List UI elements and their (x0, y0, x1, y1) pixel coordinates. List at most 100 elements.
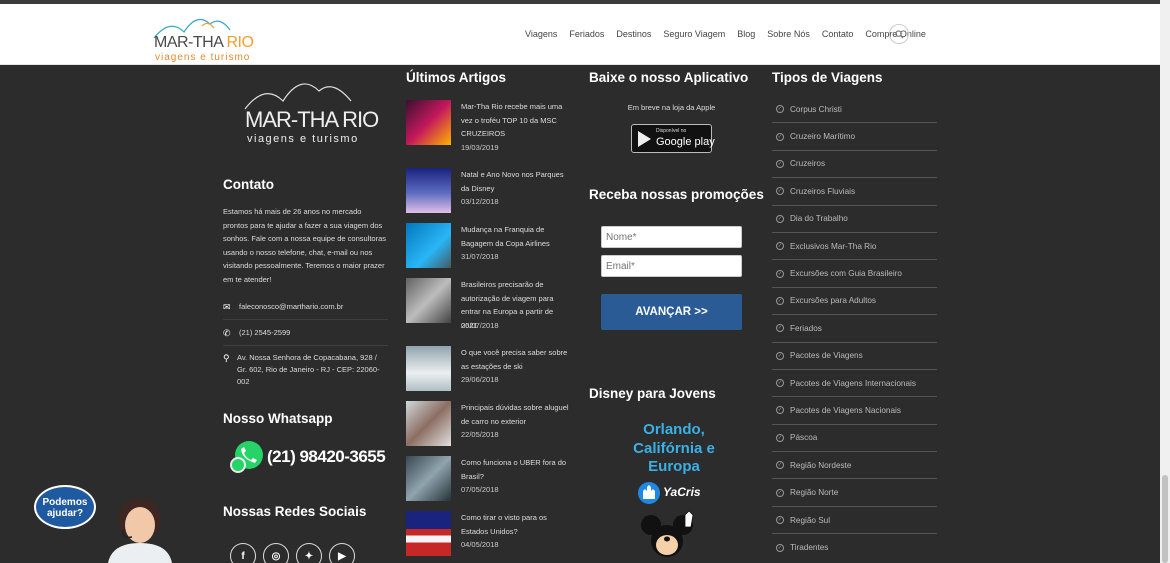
whatsapp-number: (21) 98420-3655 (267, 447, 386, 466)
search-icon (894, 29, 903, 38)
page-scrollbar[interactable] (1160, 0, 1170, 563)
nav-contato[interactable]: Contato (822, 29, 854, 39)
twitter-icon[interactable]: ✦ (296, 543, 322, 563)
footer-logo-tagline: viagens e turismo (247, 133, 359, 145)
apple-store-text: Em breve na loja da Apple (627, 103, 716, 112)
chat-widget[interactable]: Podemos ajudar? (32, 485, 182, 563)
envelope-icon: ✉ (223, 302, 231, 312)
facebook-icon[interactable]: f (230, 543, 256, 563)
trip-type-item[interactable]: ✓ Região Norte (772, 479, 937, 507)
article-date: 29/06/2018 (461, 375, 499, 384)
gplay-small-text: Disponível no (656, 128, 687, 134)
trip-type-item[interactable]: ✓ Cruzeiro Marítimo (772, 123, 937, 151)
article-date: 06/07/2018 (461, 321, 499, 330)
nav-feriados[interactable]: Feriados (569, 29, 604, 39)
phone-icon: ✆ (223, 328, 231, 338)
article-thumbnail (406, 168, 451, 213)
trip-type-item[interactable]: ✓ Cruzeiros (772, 151, 937, 179)
trip-type-item[interactable]: ✓ Feriados (772, 315, 937, 343)
check-circle-icon: ✓ (776, 105, 784, 114)
articles-title: Últimos Artigos (406, 70, 507, 85)
contact-text: Estamos há mais de 26 anos no mercado pr… (223, 207, 387, 284)
article-title: Como funciona o UBER fora do Brasil? (461, 458, 567, 481)
trip-type-item[interactable]: ✓ Pacotes de Viagens (772, 343, 937, 370)
trip-type-item[interactable]: ✓ Região Sul (772, 507, 937, 535)
article-thumbnail (406, 346, 451, 391)
check-circle-icon: ✓ (776, 543, 784, 552)
trip-type-item[interactable]: ✓ Região Nordeste (772, 452, 937, 480)
check-circle-icon: ✓ (776, 242, 784, 251)
check-circle-icon: ✓ (776, 433, 784, 442)
header-logo-brand: MAR-THA RIO (154, 34, 254, 51)
article-item[interactable]: Como funciona o UBER fora do Brasil? 07/… (406, 456, 571, 506)
check-circle-icon: ✓ (776, 406, 784, 415)
map-pin-icon: ⚲ (223, 353, 230, 363)
youtube-icon[interactable]: ▶ (329, 543, 355, 563)
check-circle-icon: ✓ (776, 187, 784, 196)
disney-title: Disney para Jovens (589, 386, 716, 401)
nav-blog[interactable]: Blog (737, 29, 755, 39)
trip-type-item[interactable]: ✓ Exclusivos Mar-Tha Rio (772, 233, 937, 261)
footer-logo: MAR-THA RIO viagens e turismo (243, 71, 379, 145)
article-date: 07/05/2018 (461, 485, 499, 494)
trip-type-item[interactable]: ✓ Pacotes de Viagens Internacionais (772, 370, 937, 398)
trip-types-title: Tipos de Viagens (772, 70, 883, 85)
disney-line-1: Orlando, (643, 421, 705, 438)
article-item[interactable]: Como tirar o visto para os Estados Unido… (406, 511, 571, 561)
trip-type-item[interactable]: ✓ Tiradentes (772, 534, 937, 561)
submit-button[interactable]: AVANÇAR >> (601, 294, 742, 330)
trip-type-item[interactable]: ✓ Excursões com Guia Brasileiro (772, 260, 937, 288)
social-title: Nossas Redes Sociais (223, 504, 367, 519)
site-header: MAR-THA RIO viagens e turismo Viagens Fe… (0, 4, 1160, 65)
trip-type-item[interactable]: ✓ Páscoa (772, 425, 937, 453)
nav-destinos[interactable]: Destinos (616, 29, 651, 39)
trip-type-item[interactable]: ✓ Dia do Trabalho (772, 206, 937, 233)
name-field[interactable] (601, 226, 742, 248)
check-circle-icon: ✓ (776, 214, 784, 223)
nav-viagens[interactable]: Viagens (525, 29, 557, 39)
article-item[interactable]: Mudança na Franquia de Bagagem da Copa A… (406, 223, 571, 273)
article-title: O que você precisa saber sobre as estaçõ… (461, 348, 568, 371)
whatsapp-link[interactable]: (21) 98420-3655 (227, 439, 386, 475)
email-field[interactable] (601, 255, 742, 277)
article-title: Mudança na Franquia de Bagagem da Copa A… (461, 225, 550, 248)
article-thumbnail (406, 456, 451, 501)
article-item[interactable]: Natal e Ano Novo nos Parques da Disney 0… (406, 168, 571, 218)
whatsapp-icon (227, 439, 265, 475)
header-logo-tagline: viagens e turismo (155, 52, 251, 63)
trip-type-item[interactable]: ✓ Cruzeiros Fluviais (772, 178, 937, 206)
check-circle-icon: ✓ (776, 379, 784, 388)
phone-row[interactable]: ✆ (21) 2545-2599 (223, 327, 388, 346)
app-title: Baixe o nosso Aplicativo (589, 70, 749, 85)
disney-banner[interactable]: Orlando, Califórnia e Europa YaCris (629, 415, 719, 563)
article-item[interactable]: Principais dúvidas sobre aluguel de carr… (406, 401, 571, 451)
article-item[interactable]: Brasileiros precisarão de autorização de… (406, 278, 571, 330)
search-button[interactable] (889, 24, 909, 44)
article-date: 31/07/2018 (461, 252, 499, 261)
header-logo[interactable]: MAR-THA RIO viagens e turismo (152, 10, 254, 63)
article-item[interactable]: Mar-Tha Rio recebe mais uma vez o troféu… (406, 100, 571, 152)
gplay-big-text: Google play (656, 136, 715, 148)
article-item[interactable]: O que você precisa saber sobre as estaçõ… (406, 346, 571, 396)
article-thumbnail (406, 401, 451, 446)
chat-bubble[interactable]: Podemos ajudar? (34, 485, 96, 529)
promo-title: Receba nossas promoções (589, 187, 764, 202)
check-circle-icon: ✓ (776, 324, 784, 333)
email-row[interactable]: ✉ faleconosco@marthario.com.br (223, 301, 388, 320)
nav-seguro-viagem[interactable]: Seguro Viagem (663, 29, 725, 39)
article-thumbnail (406, 511, 451, 556)
instagram-icon[interactable]: ◎ (263, 543, 289, 563)
mickey-icon (641, 510, 694, 557)
trip-types-list: ✓ Corpus Christi ✓ Cruzeiro Marítimo ✓ Cruz… (772, 96, 937, 562)
trip-type-item[interactable]: ✓ Pacotes de Viagens Nacionais (772, 397, 937, 425)
trip-type-item[interactable]: ✓ Corpus Christi (772, 96, 937, 124)
scrollbar-thumb[interactable] (1162, 475, 1168, 563)
castle-icon (638, 482, 660, 504)
check-circle-icon: ✓ (776, 461, 784, 470)
google-play-badge[interactable]: Disponível no Google play (631, 124, 715, 153)
nav-sobre-nos[interactable]: Sobre Nós (767, 29, 810, 39)
check-circle-icon: ✓ (776, 132, 784, 141)
whatsapp-title: Nosso Whatsapp (223, 411, 333, 426)
trip-type-item[interactable]: ✓ Excursões para Adultos (772, 288, 937, 316)
play-icon (638, 131, 651, 147)
